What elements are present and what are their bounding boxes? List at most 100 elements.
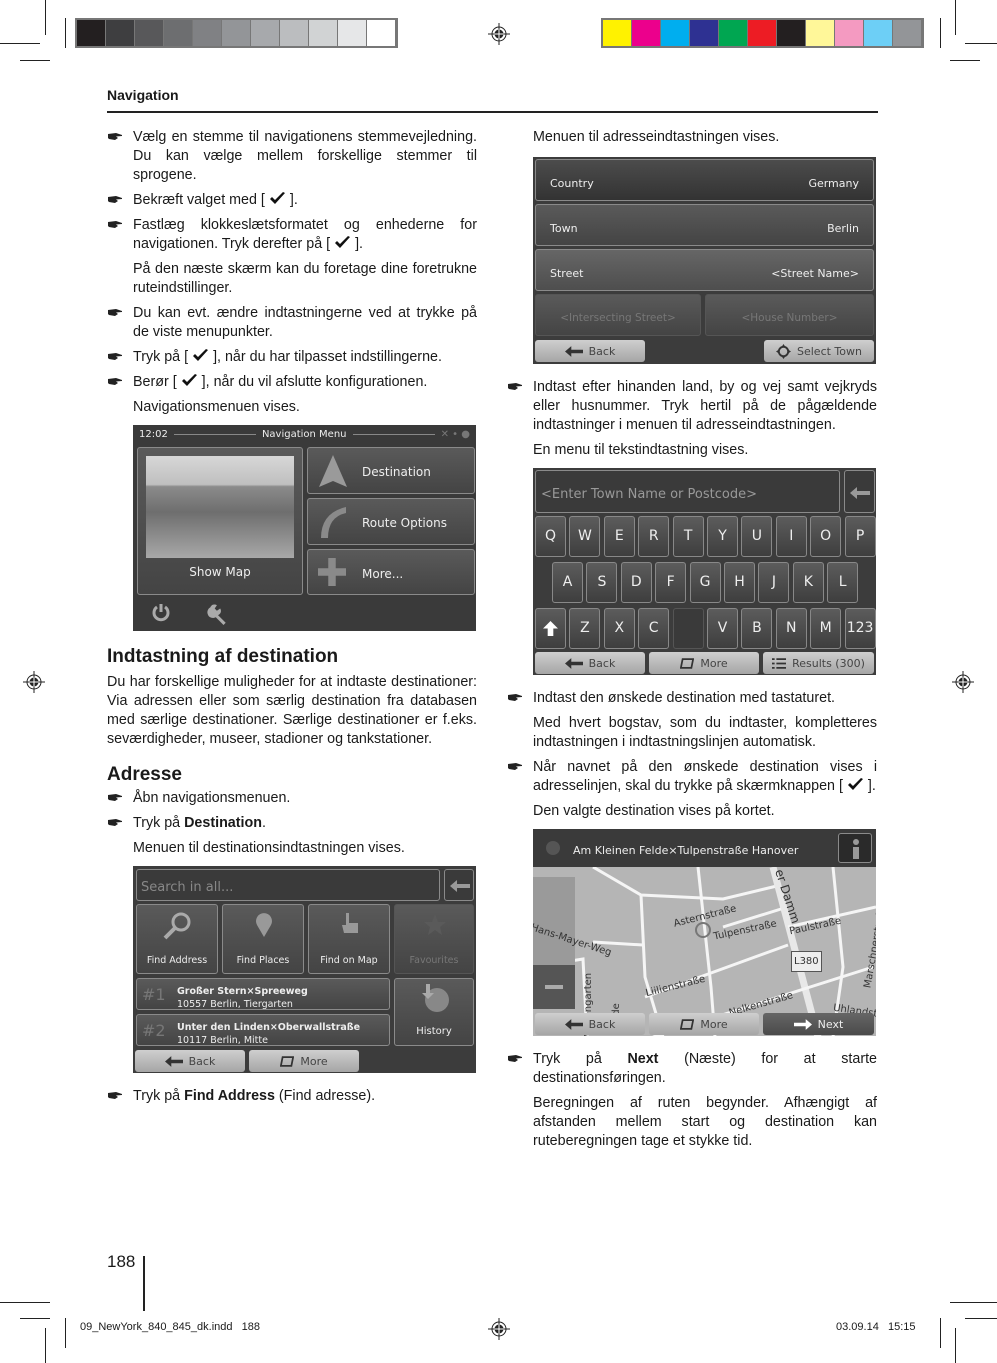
- street-row[interactable]: Street <Street Name>: [535, 249, 874, 291]
- magnifier-icon: [163, 912, 191, 940]
- key-m[interactable]: M: [810, 608, 842, 649]
- key-g[interactable]: G: [689, 562, 721, 603]
- key-s[interactable]: S: [586, 562, 618, 603]
- key-q[interactable]: Q: [535, 516, 566, 557]
- key-z[interactable]: Z: [569, 608, 601, 649]
- find-places-tile[interactable]: Find Places: [222, 904, 304, 974]
- key-k[interactable]: K: [792, 562, 824, 603]
- country-row[interactable]: Country Germany: [535, 159, 874, 201]
- info-button[interactable]: [838, 833, 872, 863]
- back-button[interactable]: Back: [135, 1050, 245, 1072]
- key-y[interactable]: Y: [707, 516, 738, 557]
- recent-destination-item[interactable]: #1 Großer Stern×Spreeweg 10557 Berlin, T…: [136, 978, 390, 1010]
- crop-mark: [45, 0, 46, 35]
- key-x[interactable]: X: [603, 608, 635, 649]
- key-c[interactable]: C: [638, 608, 670, 649]
- color-swatch: [193, 20, 222, 46]
- numbers-key[interactable]: 123: [844, 608, 876, 649]
- favourites-tile[interactable]: Favourites: [394, 904, 474, 974]
- key-i[interactable]: I: [775, 516, 807, 557]
- color-swatch: [222, 20, 251, 46]
- power-icon[interactable]: [151, 603, 171, 623]
- instruction-step: Tryk på Destination.: [107, 814, 477, 833]
- instruction-step: Du kan evt. ændre indtastningerne ved at…: [107, 304, 477, 342]
- instruction-step: Fastlæg klokkeslætsformatet og enhederne…: [107, 216, 477, 254]
- intersecting-street-field[interactable]: <Intersecting Street>: [535, 294, 701, 336]
- key-w[interactable]: W: [569, 516, 601, 557]
- results-button[interactable]: Results (300): [763, 652, 874, 674]
- subheading: Adresse: [107, 764, 182, 785]
- key-l[interactable]: L: [827, 562, 859, 603]
- find-address-tile[interactable]: Find Address: [136, 904, 218, 974]
- address-entry-screenshot: Country Germany Town Berlin Street <Stre…: [533, 157, 876, 364]
- key-o[interactable]: O: [810, 516, 842, 557]
- key-f[interactable]: F: [655, 562, 687, 603]
- find-on-map-tile[interactable]: Find on Map: [308, 904, 390, 974]
- key-e[interactable]: E: [603, 516, 635, 557]
- instruction-step: Indtast efter hinanden land, by og vej s…: [507, 378, 877, 435]
- color-swatch: [806, 20, 835, 46]
- crop-mark: [940, 1318, 941, 1348]
- pointing-hand-icon: [108, 309, 122, 316]
- next-button[interactable]: Next: [763, 1013, 874, 1035]
- key-a[interactable]: A: [552, 562, 583, 603]
- more-button[interactable]: More: [649, 1013, 759, 1035]
- color-swatch: [251, 20, 280, 46]
- map-screenshot: Am Kleinen Felde×Tulpenstraße Hanover As…: [533, 829, 876, 1036]
- menu-item-destination[interactable]: Destination: [307, 447, 475, 494]
- crop-mark: [965, 43, 997, 44]
- instruction-note: En menu til tekstindtastning vises.: [533, 442, 749, 458]
- color-swatch: [135, 20, 164, 46]
- key-h[interactable]: H: [724, 562, 755, 603]
- search-input[interactable]: Search in all...: [136, 869, 440, 901]
- key-v[interactable]: V: [707, 608, 738, 649]
- section-body: Du har forskellige muligheder for at ind…: [107, 674, 477, 747]
- key-n[interactable]: N: [775, 608, 807, 649]
- arrow-left-icon: [564, 657, 583, 669]
- key-d[interactable]: D: [620, 562, 652, 603]
- recent-destination-item[interactable]: #2 Unter den Linden×Oberwallstraße 10117…: [136, 1014, 390, 1046]
- town-input[interactable]: <Enter Town Name or Postcode>: [535, 470, 840, 513]
- select-town-button[interactable]: Select Town: [764, 340, 874, 362]
- shift-arrow-icon: [543, 621, 558, 636]
- menu-item-route-options[interactable]: Route Options: [307, 498, 475, 545]
- crop-mark: [955, 1328, 956, 1363]
- color-swatch: [106, 20, 135, 46]
- history-tile[interactable]: History: [394, 978, 474, 1046]
- key-t[interactable]: T: [672, 516, 704, 557]
- menu-item-more[interactable]: More...: [307, 549, 475, 595]
- back-button[interactable]: Back: [535, 652, 645, 674]
- space-key[interactable]: [672, 608, 704, 649]
- wrench-icon[interactable]: [207, 603, 229, 625]
- house-number-field[interactable]: <House Number>: [705, 294, 874, 336]
- left-column: Vælg en stemme til navigationens stemmev…: [107, 128, 477, 1112]
- color-swatch: [777, 20, 806, 46]
- color-swatch: [164, 20, 193, 46]
- backspace-button[interactable]: [844, 470, 875, 513]
- more-button[interactable]: More: [649, 652, 759, 674]
- back-button[interactable]: Back: [535, 1013, 645, 1035]
- key-r[interactable]: R: [638, 516, 670, 557]
- key-p[interactable]: P: [844, 516, 876, 557]
- compass-icon: [546, 841, 560, 855]
- town-row[interactable]: Town Berlin: [535, 204, 874, 246]
- backspace-button[interactable]: [444, 869, 474, 901]
- shift-key[interactable]: [535, 608, 566, 649]
- road-number-badge: L380: [791, 951, 822, 972]
- map-canvas[interactable]: Asternstraße Tulpenstraße Paulstraße Han…: [533, 867, 876, 1036]
- key-j[interactable]: J: [758, 562, 790, 603]
- arrow-left-icon: [564, 1018, 583, 1030]
- instruction-step: Når navnet på den ønskede destination vi…: [507, 758, 877, 796]
- gray-calibration-bar: [75, 18, 398, 48]
- color-swatch: [338, 20, 367, 46]
- instruction-note: Navigationsmenuen vises.: [133, 399, 300, 415]
- key-u[interactable]: U: [741, 516, 773, 557]
- show-map-tile[interactable]: Show Map: [137, 447, 303, 595]
- checkmark-icon: [269, 192, 285, 204]
- plus-icon: [318, 558, 346, 586]
- registration-mark-icon: [23, 671, 45, 693]
- back-button[interactable]: Back: [535, 340, 645, 362]
- more-button[interactable]: More: [249, 1050, 359, 1072]
- key-b[interactable]: B: [741, 608, 773, 649]
- color-swatch: [748, 20, 777, 46]
